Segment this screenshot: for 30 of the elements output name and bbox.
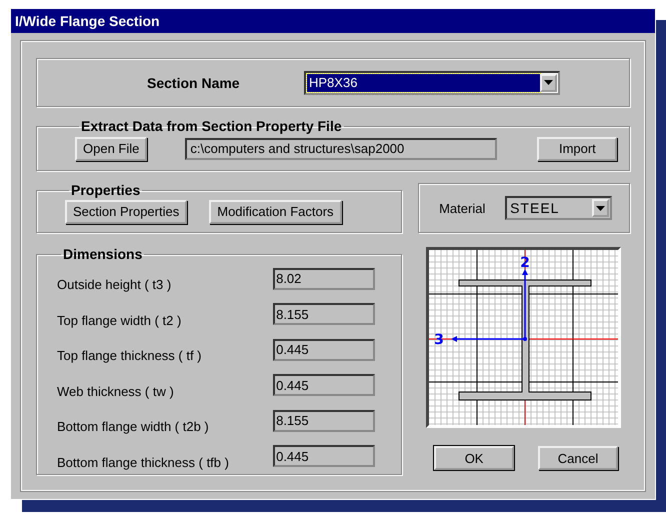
dimension-field[interactable]: 0.445: [273, 374, 376, 396]
dimensions-heading: Dimensions: [62, 247, 144, 261]
section-name-value: HP8X36: [307, 74, 540, 92]
dimension-field[interactable]: 8.155: [273, 410, 376, 432]
dimension-label: Web thickness ( tw ): [57, 384, 174, 399]
material-dropdown[interactable]: STEEL: [505, 196, 612, 220]
window-title: I/Wide Flange Section: [11, 9, 655, 33]
dimension-label: Top flange thickness ( tf ): [57, 348, 202, 364]
dimension-field[interactable]: 0.445: [273, 445, 376, 468]
dimension-label: Top flange width ( t2 ): [57, 312, 182, 328]
dimension-label: Outside height ( t3 ): [57, 277, 172, 292]
dimension-field[interactable]: 8.02: [273, 268, 376, 290]
dialog-button[interactable]: OK: [434, 446, 514, 470]
file-path-field[interactable]: c:\computers and structures\sap2000: [185, 138, 498, 160]
extract-data-heading: Extract Data from Section Property File: [80, 119, 343, 133]
dimension-label: Bottom flange thickness ( tfb ): [57, 454, 229, 470]
open-file-button[interactable]: Open File: [75, 136, 148, 160]
import-button[interactable]: Import: [537, 136, 618, 160]
axis-2-arrow: [522, 269, 528, 339]
material-value: STEEL: [509, 199, 560, 217]
section-name-dropdown[interactable]: HP8X36: [304, 70, 560, 94]
section-name-label: Section Name: [147, 74, 241, 90]
properties-heading: Properties: [70, 183, 142, 197]
properties-button[interactable]: Section Properties: [65, 200, 188, 224]
properties-button[interactable]: Modification Factors: [209, 200, 342, 224]
dimension-label: Bottom flange width ( t2b ): [57, 419, 209, 434]
material-label: Material: [439, 200, 486, 216]
dimension-field[interactable]: 8.155: [273, 303, 376, 326]
dimension-field[interactable]: 0.445: [273, 338, 376, 361]
dialog-button[interactable]: Cancel: [538, 446, 618, 470]
